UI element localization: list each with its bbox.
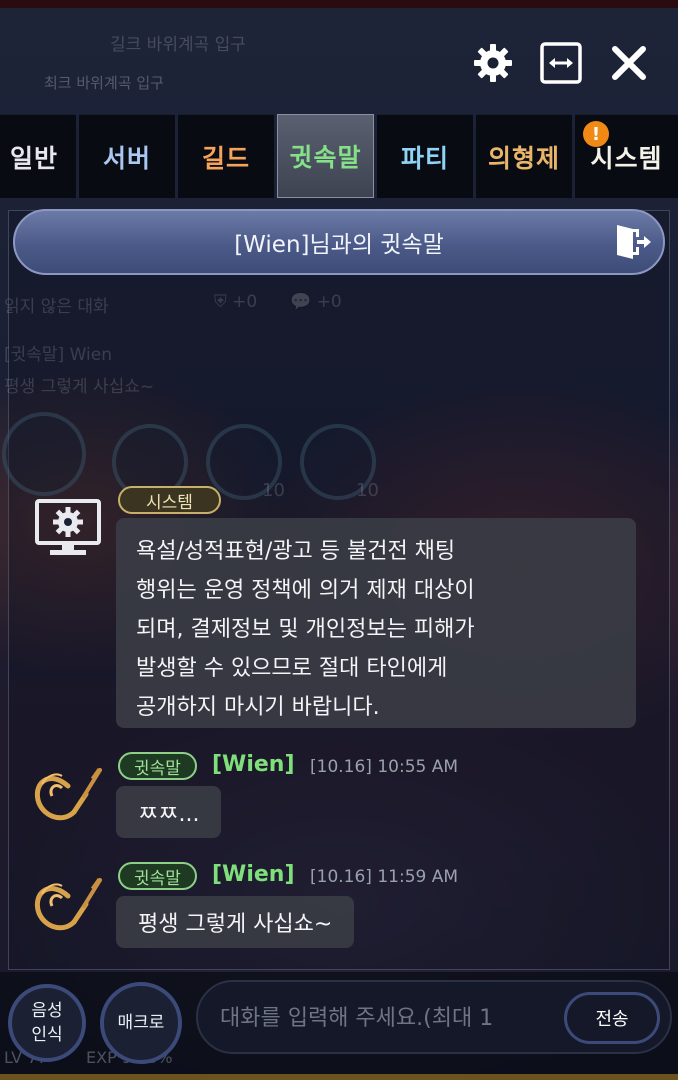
ghost-count-2: 💬 +0 xyxy=(290,292,342,312)
gear-icon[interactable] xyxy=(470,40,516,86)
message-timestamp: [10.16] 10:55 AM xyxy=(310,757,459,777)
scorpion-avatar-icon[interactable] xyxy=(28,866,108,942)
alert-badge: ! xyxy=(583,121,609,147)
message-text: 평생 그렇게 사십쇼~ xyxy=(138,912,333,937)
chat-input[interactable] xyxy=(220,996,560,1040)
chat-tabs: 일반 서버 길드 귓속말 파티 의형제 ! 시스템 xyxy=(0,114,678,198)
voice-button-label: 인식 xyxy=(31,1025,63,1045)
ghost-skill-icon xyxy=(2,412,86,496)
tab-label: 서버 xyxy=(102,143,151,173)
whisper-title: [Wien]님과의 귓속말 xyxy=(234,232,444,258)
system-message-line: 행위는 운영 정책에 의거 제재 대상이 xyxy=(136,578,475,603)
tab-label: 의형제 xyxy=(487,143,560,173)
close-icon[interactable] xyxy=(606,40,652,86)
macro-button-label: 매크로 xyxy=(117,1013,165,1033)
sender-name[interactable]: [Wien] xyxy=(212,752,295,777)
ghost-count-1: ⛨ +0 xyxy=(214,292,258,312)
tab-label: 길드 xyxy=(201,143,250,173)
whisper-tag: 귓속말 xyxy=(118,862,197,890)
system-message-bubble: 욕설/성적표현/광고 등 불건전 채팅 행위는 운영 정책에 의거 제재 대상이… xyxy=(116,518,636,728)
message-text: ㅉㅉ... xyxy=(138,802,200,827)
system-message-line: 되며, 결제정보 및 개인정보는 피해가 xyxy=(136,617,475,642)
tab-guild[interactable]: 길드 xyxy=(178,114,274,198)
bottom-strip xyxy=(0,1074,678,1080)
expand-horizontal-icon[interactable] xyxy=(538,40,584,86)
message-bubble: 평생 그렇게 사십쇼~ xyxy=(116,896,355,948)
ghost-level-badge: 10 xyxy=(356,480,379,501)
ghost-level-badge: 10 xyxy=(262,480,285,501)
sender-name[interactable]: [Wien] xyxy=(212,862,295,887)
send-button-label: 전송 xyxy=(595,1009,629,1030)
tab-general[interactable]: 일반 xyxy=(0,114,76,198)
shield-icon: ⛨ xyxy=(214,292,227,312)
chat-bubble-icon: 💬 xyxy=(290,292,312,312)
system-message-line: 욕설/성적표현/광고 등 불건전 채팅 xyxy=(136,539,456,564)
tab-party[interactable]: 파티 xyxy=(377,114,473,198)
scorpion-avatar-icon[interactable] xyxy=(28,756,108,832)
voice-recognition-button[interactable]: 음성 인식 xyxy=(8,984,86,1062)
tab-server[interactable]: 서버 xyxy=(79,114,175,198)
tab-label: 파티 xyxy=(400,143,449,173)
ghost-whisper-text: 평생 그렇게 사십쇼~ xyxy=(4,377,155,397)
tab-brotherhood[interactable]: 의형제 xyxy=(476,114,572,198)
tab-label: 일반 xyxy=(9,143,58,173)
voice-button-label: 음성 xyxy=(31,1001,63,1021)
ghost-location-title: 길크 바위계곡 입구 xyxy=(110,35,246,55)
top-strip xyxy=(0,0,678,8)
exit-door-icon[interactable] xyxy=(611,221,653,263)
ghost-unread-label: 읽지 않은 대화 xyxy=(4,297,109,317)
message-timestamp: [10.16] 11:59 AM xyxy=(310,867,459,887)
tab-whisper[interactable]: 귓속말 xyxy=(277,114,374,198)
tab-label: 귓속말 xyxy=(289,143,362,172)
monitor-gear-icon xyxy=(34,498,102,558)
ghost-whisper-from: [귓속말] Wien xyxy=(4,345,112,365)
message-bubble: ㅉㅉ... xyxy=(116,786,222,838)
header-controls xyxy=(470,40,652,86)
system-message-line: 공개하지 마시기 바랍니다. xyxy=(136,695,380,720)
whisper-tag: 귓속말 xyxy=(118,752,197,780)
system-tag: 시스템 xyxy=(118,486,221,514)
ghost-location-sub: 최크 바위계곡 입구 xyxy=(44,74,164,92)
whisper-header-bar: [Wien]님과의 귓속말 xyxy=(13,209,665,275)
send-button[interactable]: 전송 xyxy=(564,992,660,1044)
chat-input-container: 전송 xyxy=(196,980,672,1054)
system-message-line: 발생할 수 있으므로 절대 타인에게 xyxy=(136,656,448,681)
macro-button[interactable]: 매크로 xyxy=(100,982,182,1064)
tab-system[interactable]: ! 시스템 xyxy=(575,114,678,198)
